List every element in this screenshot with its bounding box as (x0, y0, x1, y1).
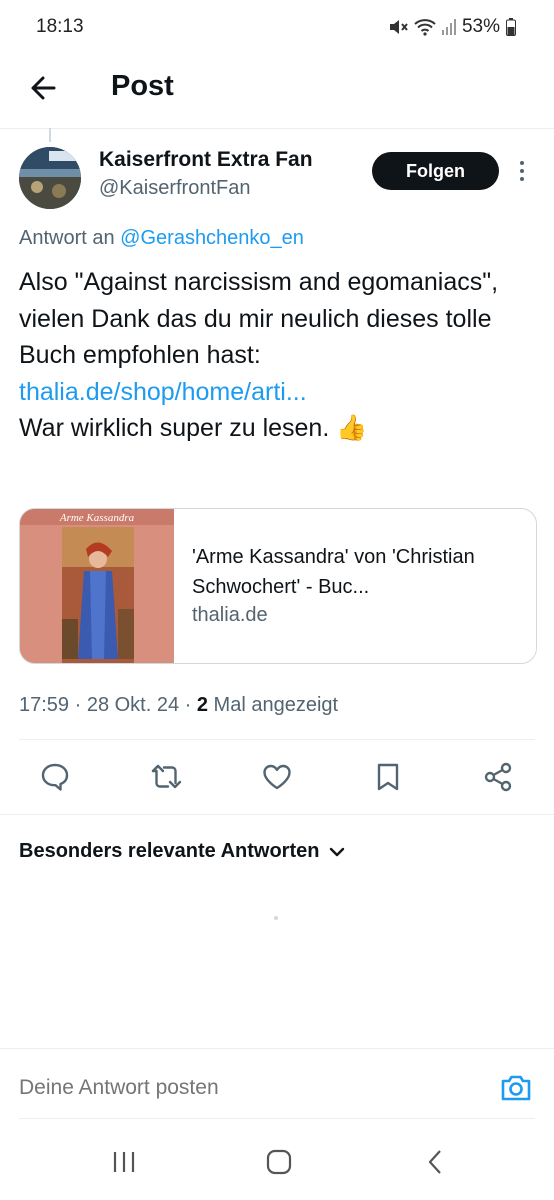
author-handle[interactable]: @KaiserfrontFan (99, 177, 250, 200)
like-icon (263, 764, 291, 790)
thread-line (49, 128, 51, 142)
recents-button[interactable] (111, 1150, 137, 1174)
wifi-icon (414, 18, 436, 36)
chevron-left-icon (428, 1150, 441, 1174)
battery-icon (506, 18, 516, 36)
link-card[interactable]: Arme Kassandra 'Arme Kassandra' von 'Chr… (19, 508, 537, 664)
replies-sort-dropdown[interactable]: Besonders relevante Antworten (19, 840, 345, 863)
view-count: 2 (196, 694, 208, 716)
battery-percent: 53% (461, 16, 500, 37)
more-options-button[interactable] (514, 158, 530, 184)
post-meta: 17:59 · 28 Okt. 24 · 2 Mal angezeigt (19, 694, 338, 717)
status-icons: 53% (388, 16, 516, 38)
reply-input[interactable] (19, 1076, 479, 1100)
status-bar: 18:13 53% (0, 0, 554, 52)
reply-button[interactable] (38, 760, 72, 794)
chevron-down-icon (330, 847, 345, 856)
divider (19, 739, 535, 740)
recents-icon (113, 1152, 135, 1172)
page-title: Post (111, 70, 174, 102)
arrow-left-icon (31, 76, 56, 100)
signal-icon (441, 19, 456, 35)
loading-indicator (274, 916, 278, 920)
share-button[interactable] (481, 760, 515, 794)
reply-context: Antwort an @Gerashchenko_en (19, 227, 304, 250)
system-back-button[interactable] (426, 1149, 444, 1175)
camera-button[interactable] (498, 1070, 534, 1106)
post-text-end: War wirklich super zu lesen. 👍 (19, 414, 368, 442)
reply-icon (41, 763, 69, 791)
avatar[interactable] (19, 147, 81, 209)
repost-button[interactable] (149, 760, 183, 794)
post-timestamp: 17:59 · 28 Okt. 24 · (19, 694, 197, 716)
home-button[interactable] (266, 1149, 292, 1175)
compose-divider (0, 1048, 554, 1049)
follow-button[interactable]: Folgen (372, 152, 499, 190)
camera-icon (501, 1075, 531, 1101)
divider (0, 814, 554, 815)
status-time: 18:13 (36, 16, 84, 37)
card-image: Arme Kassandra (20, 509, 174, 663)
author-name[interactable]: Kaiserfront Extra Fan (99, 148, 313, 172)
like-button[interactable] (260, 760, 294, 794)
bookmark-icon (377, 763, 399, 791)
more-vertical-icon (520, 161, 524, 181)
bookmark-button[interactable] (371, 760, 405, 794)
card-domain: thalia.de (192, 604, 268, 626)
post-text-body: Also "Against narcissism and egomaniacs"… (19, 268, 499, 369)
view-label: Mal angezeigt (208, 694, 339, 716)
post-link[interactable]: thalia.de/shop/home/arti... (19, 378, 307, 406)
reply-prefix: Antwort an (19, 227, 121, 249)
repost-icon (151, 764, 182, 789)
system-nav-bar (0, 1140, 554, 1200)
replies-sort-label: Besonders relevante Antworten (19, 840, 320, 862)
mute-icon (388, 18, 408, 36)
back-button[interactable] (26, 70, 62, 106)
card-image-caption: Arme Kassandra (59, 512, 135, 524)
post-text: Also "Against narcissism and egomaniacs"… (19, 264, 529, 447)
top-bar: Post (0, 52, 554, 129)
divider (19, 1118, 535, 1119)
card-title[interactable]: 'Arme Kassandra' von 'Christian Schwoche… (192, 542, 522, 602)
home-icon (266, 1149, 292, 1175)
reply-mention-link[interactable]: @Gerashchenko_en (120, 227, 304, 249)
share-icon (484, 762, 512, 792)
